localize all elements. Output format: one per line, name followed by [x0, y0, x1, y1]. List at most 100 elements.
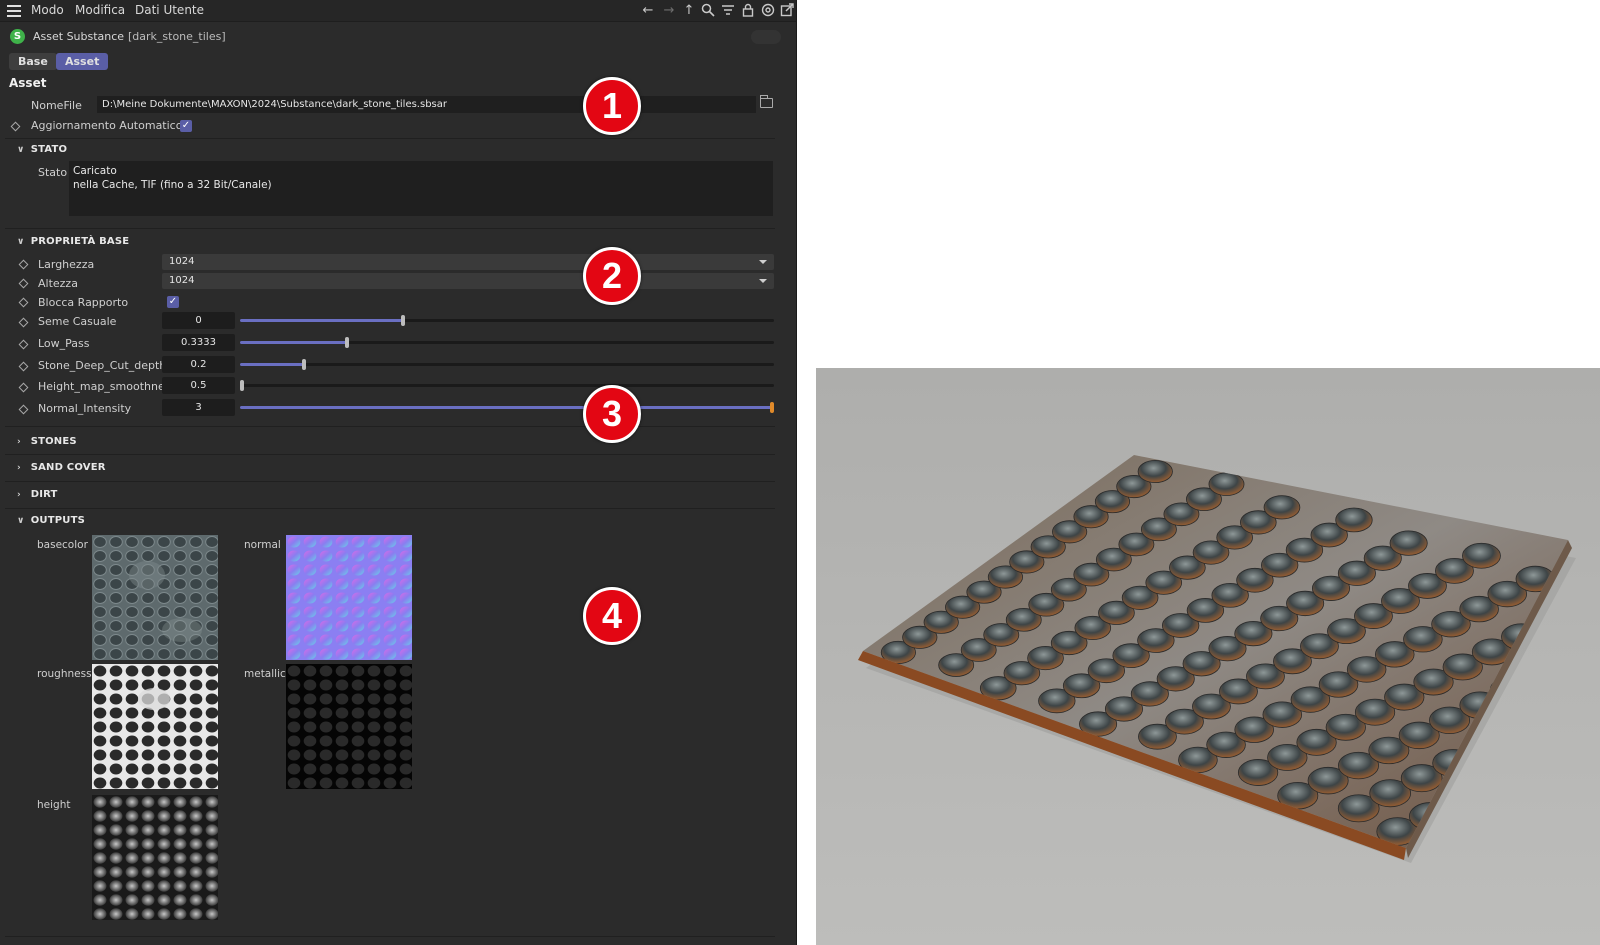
slider-handle[interactable]: [400, 315, 405, 326]
callout-3: 3: [583, 385, 641, 443]
folder-icon[interactable]: [760, 95, 773, 108]
divider: [5, 426, 775, 427]
target-icon[interactable]: [760, 3, 776, 19]
menu-dati-utente[interactable]: Dati Utente: [135, 3, 204, 17]
object-header: S Asset Substance [dark_stone_tiles]: [0, 27, 796, 49]
auto-update-checkbox[interactable]: ✓: [180, 120, 192, 132]
cobblestone: [1263, 495, 1301, 520]
height-label: Altezza: [38, 277, 78, 290]
smoothness-slider[interactable]: [240, 380, 774, 391]
divider: [5, 936, 775, 937]
deep-cut-input[interactable]: 0.2: [162, 356, 235, 373]
keyframe-diamond-icon[interactable]: [10, 121, 21, 132]
stato-text-area: Caricato nella Cache, TIF (fino a 32 Bit…: [69, 161, 773, 216]
object-type-name: Asset Substance: [33, 30, 125, 43]
group-proprieta-base[interactable]: ∨ PROPRIETÀ BASE: [17, 236, 129, 247]
group-outputs[interactable]: ∨ OUTPUTS: [17, 515, 85, 526]
callout-4: 4: [583, 587, 641, 645]
slider-handle[interactable]: [344, 337, 349, 348]
lock-ratio-checkbox[interactable]: ✓: [167, 296, 179, 308]
keyframe-diamond-icon[interactable]: [18, 361, 29, 372]
roughness-thumbnail[interactable]: [92, 664, 218, 789]
normal-intensity-input[interactable]: 3: [162, 399, 235, 416]
slider-handle[interactable]: [770, 402, 774, 413]
seed-slider[interactable]: [240, 315, 774, 326]
tab-base[interactable]: Base: [9, 53, 57, 70]
divider: [5, 508, 775, 509]
stone-tiles-render: [816, 368, 1600, 945]
smoothness-input[interactable]: 0.5: [162, 377, 235, 394]
divider: [5, 138, 775, 139]
output-label-height: height: [37, 799, 71, 811]
menu-modo[interactable]: Modo: [31, 3, 64, 17]
auto-update-label: Aggiornamento Automatico: [31, 119, 183, 132]
group-dirt[interactable]: › DIRT: [17, 489, 58, 500]
menu-bar: Modo Modifica Dati Utente ← → ↑: [0, 0, 796, 22]
normal-thumbnail[interactable]: [286, 535, 412, 660]
stato-label: Stato: [38, 166, 68, 179]
chevron-right-icon: ›: [17, 490, 21, 500]
output-label-metallic: metallic: [244, 668, 286, 680]
output-label-roughness: roughness: [37, 668, 92, 680]
slider-handle[interactable]: [302, 359, 307, 370]
slider-handle[interactable]: [240, 380, 244, 391]
deep-cut-label: Stone_Deep_Cut_depth: [38, 359, 167, 372]
divider: [5, 228, 775, 229]
smoothness-label: Height_map_smoothness: [38, 380, 177, 393]
output-label-normal: normal: [244, 539, 281, 551]
height-dropdown[interactable]: 1024: [162, 273, 774, 289]
up-arrow-icon[interactable]: ↑: [681, 3, 697, 19]
keyframe-diamond-icon[interactable]: [18, 317, 29, 328]
stato-line-1: Caricato: [73, 165, 117, 177]
divider: [5, 481, 775, 482]
group-stato[interactable]: ∨ STATO: [17, 144, 67, 155]
width-dropdown[interactable]: 1024: [162, 254, 774, 270]
normal-intensity-slider[interactable]: [240, 402, 774, 413]
cobblestone: [1389, 530, 1428, 556]
keyframe-diamond-icon[interactable]: [18, 404, 29, 415]
filter-icon[interactable]: [720, 3, 736, 19]
chevron-down-icon: [759, 279, 767, 283]
keyframe-diamond-icon[interactable]: [18, 297, 29, 308]
seed-label: Seme Casuale: [38, 315, 117, 328]
chevron-right-icon: ›: [17, 463, 21, 473]
low-pass-slider[interactable]: [240, 337, 774, 348]
cobblestone: [1462, 542, 1501, 569]
chevron-right-icon: ›: [17, 437, 21, 447]
search-icon[interactable]: [700, 3, 716, 19]
output-label-basecolor: basecolor: [37, 539, 88, 551]
group-sand-cover[interactable]: › SAND COVER: [17, 462, 106, 473]
callout-2: 2: [583, 247, 641, 305]
keyframe-diamond-icon[interactable]: [18, 259, 29, 270]
divider: [5, 454, 775, 455]
basecolor-thumbnail[interactable]: [92, 535, 218, 660]
substance-logo-icon: S: [10, 29, 25, 44]
cobblestone: [1208, 472, 1245, 496]
chevron-down-icon: ∨: [17, 145, 25, 155]
stato-line-2: nella Cache, TIF (fino a 32 Bit/Canale): [73, 179, 272, 191]
forward-arrow-icon[interactable]: →: [661, 3, 677, 19]
filename-field[interactable]: D:\Meine Dokumente\MAXON\2024\Substance\…: [97, 96, 756, 113]
back-arrow-icon[interactable]: ←: [640, 3, 656, 19]
height-thumbnail[interactable]: [92, 795, 218, 920]
metallic-thumbnail[interactable]: [286, 664, 412, 789]
seed-input[interactable]: 0: [162, 312, 235, 329]
keyframe-diamond-icon[interactable]: [18, 382, 29, 393]
filename-label: NomeFile: [31, 99, 82, 112]
object-instance-name: [dark_stone_tiles]: [128, 30, 226, 43]
hamburger-menu-icon[interactable]: [7, 5, 21, 17]
object-toggle[interactable]: [751, 30, 781, 44]
low-pass-input[interactable]: 0.3333: [162, 334, 235, 351]
width-label: Larghezza: [38, 258, 95, 271]
lock-ratio-label: Blocca Rapporto: [38, 296, 129, 309]
lock-icon[interactable]: [740, 3, 756, 19]
cobblestone: [1335, 507, 1373, 533]
keyframe-diamond-icon[interactable]: [18, 339, 29, 350]
tab-asset[interactable]: Asset: [56, 53, 109, 70]
group-stones[interactable]: › STONES: [17, 436, 77, 447]
deep-cut-slider[interactable]: [240, 359, 774, 370]
new-window-icon[interactable]: [779, 3, 795, 19]
menu-modifica[interactable]: Modifica: [75, 3, 125, 17]
chevron-down-icon: ∨: [17, 237, 25, 247]
keyframe-diamond-icon[interactable]: [18, 278, 29, 289]
